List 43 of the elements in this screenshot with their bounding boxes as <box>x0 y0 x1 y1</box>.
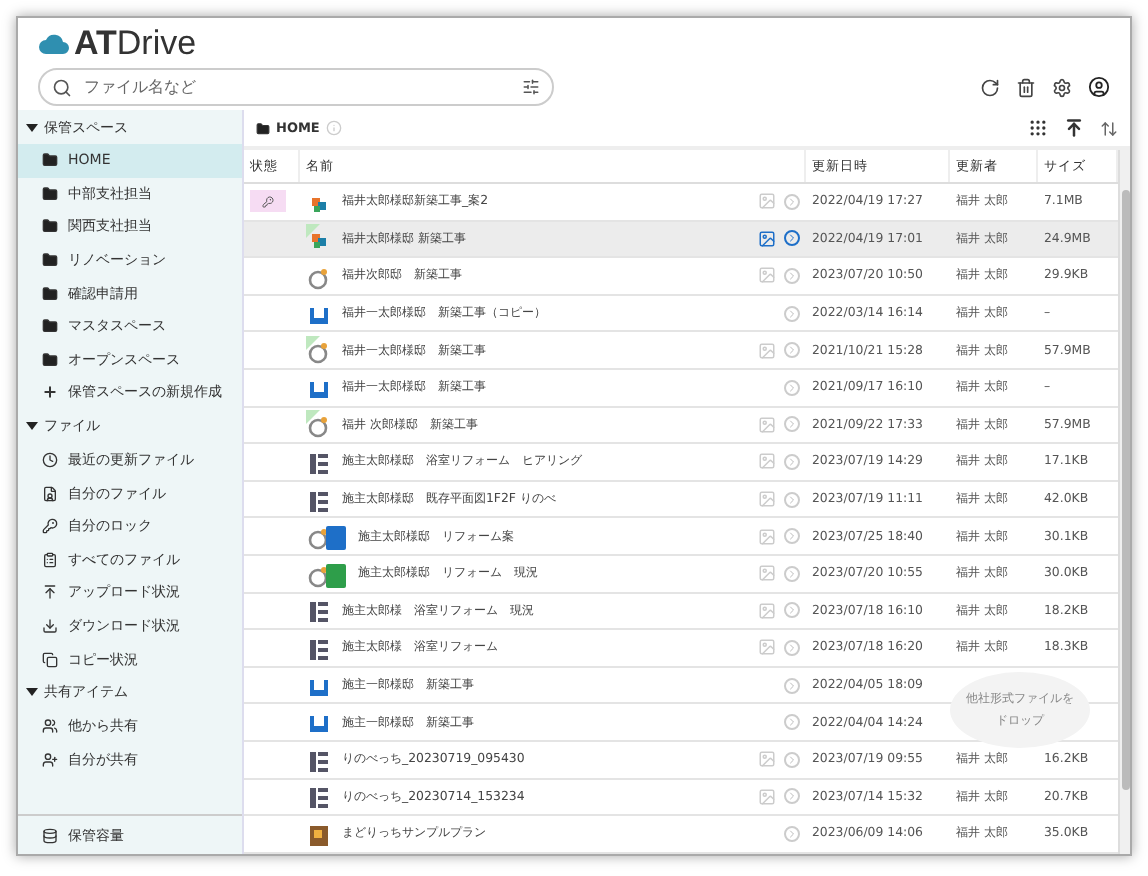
scrollbar-thumb[interactable] <box>1121 190 1129 790</box>
upload-icon[interactable] <box>1064 118 1084 138</box>
search-icon <box>52 77 72 97</box>
user-plus-icon <box>42 751 58 768</box>
clipboard-icon <box>42 551 58 568</box>
cloud-logo-icon <box>38 32 70 56</box>
folder-icon <box>42 185 58 202</box>
search-bar[interactable]: ファイル名など <box>38 68 554 106</box>
sort-icon[interactable] <box>1100 119 1118 137</box>
trash-icon[interactable] <box>1016 77 1036 97</box>
download-icon <box>42 618 58 635</box>
file-user-icon <box>42 485 58 502</box>
settings-icon[interactable] <box>1052 77 1072 97</box>
folder-icon <box>42 285 58 302</box>
file-icon <box>306 782 334 811</box>
collapse-triangle-icon[interactable] <box>26 121 38 133</box>
app-logo: ATDrive <box>74 24 197 64</box>
refresh-icon[interactable] <box>980 77 1000 97</box>
file-icon <box>306 522 350 551</box>
file-icon <box>306 559 350 588</box>
image-icon[interactable] <box>758 229 776 248</box>
grid-view-icon[interactable] <box>1028 118 1048 138</box>
info-icon[interactable] <box>325 120 342 136</box>
folder-icon <box>42 351 58 368</box>
plus-icon <box>42 384 58 401</box>
user-icon[interactable] <box>1088 76 1110 98</box>
folder-icon <box>42 152 58 169</box>
folder-icon <box>256 121 270 135</box>
folder-icon <box>42 318 58 335</box>
users-icon <box>42 718 58 735</box>
clock-icon <box>42 452 58 469</box>
search-field[interactable]: ファイル名など <box>80 76 514 98</box>
folder-icon <box>42 252 58 269</box>
details-icon[interactable] <box>784 230 800 247</box>
file-icon <box>306 596 334 625</box>
storage-icon <box>42 827 58 843</box>
copy-icon <box>42 651 58 668</box>
collapse-triangle-icon[interactable] <box>26 420 38 433</box>
upload-icon <box>42 584 58 601</box>
key-icon <box>42 518 58 535</box>
folder-icon <box>42 218 58 235</box>
collapse-triangle-icon[interactable] <box>26 686 38 699</box>
filter-icon[interactable] <box>522 78 540 96</box>
